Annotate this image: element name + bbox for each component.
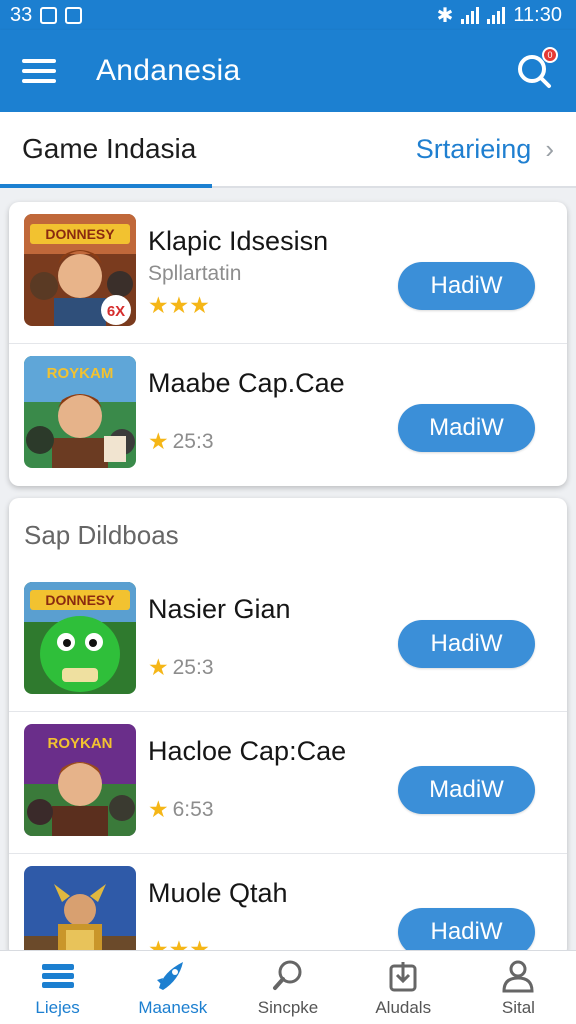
game-thumbnail: ROYKAN — [24, 724, 136, 836]
section-card: Sap Dildboas DONNESY Nasier Gian ★ 25:3 … — [9, 498, 567, 958]
star-rating: ★★★ — [148, 292, 210, 318]
game-thumbnail: ROYKAM — [24, 356, 136, 468]
list-item[interactable]: DONNESY 6X Klapic Idsesisn Spllartatin ★… — [9, 202, 567, 344]
star-icon: ★ — [148, 796, 169, 822]
chevron-right-icon: › — [545, 133, 554, 164]
tab-indicator — [0, 184, 212, 188]
thumbnail-label: DONNESY — [45, 226, 115, 242]
game-title: Muole Qtah — [148, 878, 288, 908]
nav-label: Liejes — [35, 998, 80, 1017]
nav-label: Aludals — [375, 998, 432, 1017]
menu-icon[interactable] — [22, 59, 56, 83]
tab-game-indasia[interactable]: Game Indasia — [22, 133, 196, 165]
game-title: Maabe Cap.Cae — [148, 368, 345, 398]
clock: 11:30 — [513, 3, 562, 26]
rocket-icon — [156, 962, 183, 990]
install-button[interactable]: MadiW — [398, 766, 535, 814]
nav-item-maanesk[interactable]: Maanesk — [115, 951, 230, 1024]
list-item[interactable]: DONNESY Nasier Gian ★ 25:3 HadiW — [9, 570, 567, 712]
search-icon — [273, 960, 302, 990]
notification-badge: 0 — [542, 47, 558, 63]
nav-item-liejes[interactable]: Liejes — [0, 951, 115, 1024]
search-button[interactable]: 0 — [514, 47, 558, 91]
nav-label: Maanesk — [138, 998, 208, 1017]
person-icon — [502, 960, 534, 993]
game-title: Hacloe Cap:Cae — [148, 736, 347, 766]
rating-value: 25:3 — [172, 655, 214, 679]
tab-bar: Game Indasia Srtarieing › — [0, 112, 576, 188]
game-thumbnail: DONNESY 6X — [24, 214, 136, 326]
bottom-navigation: Liejes Maanesk Sincpke Aludals Sital — [0, 950, 576, 1024]
app-title: Andanesia — [96, 54, 241, 87]
sort-link-label: Srtarieing — [415, 133, 532, 164]
install-button[interactable]: HadiW — [398, 908, 535, 956]
nav-item-sital[interactable]: Sital — [461, 951, 576, 1024]
status-left-text: 33 — [10, 3, 33, 26]
game-thumbnail: DONNESY — [24, 582, 136, 694]
nav-label: Sital — [501, 998, 535, 1017]
install-button[interactable]: HadiW — [398, 262, 535, 310]
list-icon — [41, 964, 74, 988]
rating-value: 6:53 — [172, 797, 214, 821]
list-item[interactable]: Muole Qtah ★★★ HadiW — [9, 854, 567, 958]
star-icon: ★ — [148, 654, 169, 680]
app-bar: Andanesia 0 — [0, 30, 576, 112]
rating-value: 25:3 — [172, 429, 214, 453]
nav-item-aludals[interactable]: Aludals — [346, 951, 461, 1024]
notification-icon — [40, 6, 58, 24]
nav-item-sincpke[interactable]: Sincpke — [230, 951, 345, 1024]
status-bar: 33 ✱ 11:30 — [0, 0, 576, 30]
signal-icon-2 — [487, 6, 506, 24]
install-button[interactable]: MadiW — [398, 404, 535, 452]
list-item[interactable]: ROYKAN Hacloe Cap:Cae ★ 6:53 MadiW — [9, 712, 567, 854]
sort-link[interactable]: Srtarieing › — [416, 134, 554, 165]
featured-card: DONNESY 6X Klapic Idsesisn Spllartatin ★… — [9, 202, 567, 486]
section-title: Sap Dildboas — [24, 520, 179, 550]
game-subtitle: Spllartatin — [148, 262, 242, 285]
rating: ★ 25:3 — [148, 428, 214, 455]
star-icon: ★ — [148, 428, 169, 454]
thumbnail-label: ROYKAM — [47, 365, 114, 382]
game-title: Klapic Idsesisn — [148, 226, 329, 256]
rating: ★ 6:53 — [148, 796, 214, 823]
thumbnail-badge: 6X — [107, 303, 125, 320]
thumbnail-label: DONNESY — [45, 592, 115, 608]
thumbnail-label: ROYKAN — [47, 735, 112, 752]
bluetooth-icon: ✱ — [436, 4, 454, 27]
install-button[interactable]: HadiW — [398, 620, 535, 668]
game-thumbnail — [24, 866, 136, 958]
rating: ★ 25:3 — [148, 654, 214, 681]
signal-icon — [461, 6, 480, 24]
game-title: Nasier Gian — [148, 594, 291, 624]
download-icon — [389, 962, 417, 992]
list-item[interactable]: ROYKAM Maabe Cap.Cae ★ 25:3 MadiW — [9, 344, 567, 486]
nav-label: Sincpke — [257, 998, 319, 1017]
notification-icon-2 — [65, 6, 83, 24]
status-right: ✱ 11:30 — [437, 3, 562, 28]
status-left: 33 — [10, 3, 83, 27]
